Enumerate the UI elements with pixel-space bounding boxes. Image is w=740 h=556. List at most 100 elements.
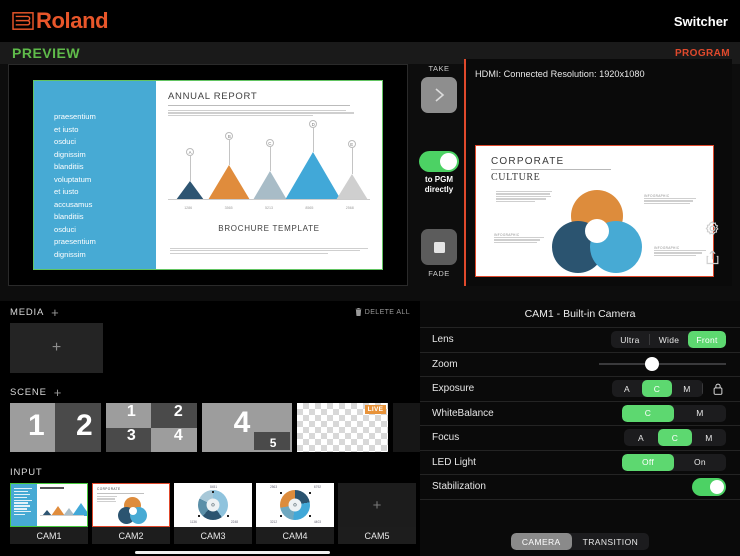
whitebalance-option-m[interactable]: M [674, 405, 726, 422]
input-thumb-cam3: ⚙ 8451 1136 2248 [174, 483, 252, 527]
monitors-area: praesentium et iusto osduci dignissim bl… [0, 59, 740, 301]
row-whitebalance: WhiteBalance C M [420, 400, 740, 426]
corp-body-text [496, 191, 552, 203]
slide-footer-lines [170, 247, 368, 255]
take-button[interactable] [421, 77, 457, 113]
input-label-cam3: CAM3 [174, 527, 252, 544]
scene-number: 2 [76, 409, 93, 442]
donut-value: 2248 [230, 520, 238, 524]
led-light-option-off[interactable]: Off [622, 453, 674, 471]
scene-title: SCENE [10, 386, 47, 398]
lens-option-wide[interactable]: Wide [650, 331, 688, 348]
to-pgm-label-line2: directly [424, 185, 454, 194]
exposure-segment: A C M [612, 380, 703, 398]
chart-bubble: B [225, 132, 234, 140]
input-horizontal-scrollbar[interactable] [135, 551, 330, 554]
top-bar: Roland Switcher [0, 0, 740, 42]
scene-tile-split-two[interactable]: 1 2 [10, 403, 101, 452]
zoom-slider-knob[interactable] [645, 357, 660, 372]
input-tile-cam2[interactable]: CORPORATE CAM2 [92, 483, 170, 544]
exposure-option-a[interactable]: A [612, 380, 642, 397]
slide-text-line: praesentium [54, 237, 96, 247]
scene-tile-pip[interactable]: 4 5 [201, 403, 293, 452]
donut-value: 3212 [270, 520, 278, 524]
input-thumb-cam1 [10, 483, 88, 527]
stabilization-toggle[interactable] [692, 477, 726, 496]
exposure-option-c[interactable]: C [642, 380, 672, 398]
delete-all-button[interactable]: DELETE ALL [355, 308, 410, 316]
led-light-segment: Off On [622, 453, 726, 471]
gear-icon[interactable] [704, 220, 721, 237]
scene-number: 2 [173, 403, 183, 420]
row-exposure: Exposure A C M [420, 376, 740, 401]
slide-right-panel: ANNUAL REPORT A B C D E 1286 3565 5213 8… [156, 81, 382, 269]
camera-control-panel: CAM1 - Built-in Camera Lens Ultra Wide F… [420, 301, 740, 556]
scene-number: 1 [126, 403, 136, 420]
scene-tile-transparent[interactable]: LIVE [297, 403, 389, 452]
scene-number: 5 [269, 436, 277, 450]
scene-number: 3 [126, 427, 136, 444]
lens-option-front[interactable]: Front [688, 331, 726, 349]
input-tile-cam4[interactable]: ⚙ 2563 6792 3212 4403 CAM4 [256, 483, 334, 544]
lens-option-ultra[interactable]: Ultra [611, 331, 649, 348]
scene-header: SCENE + [0, 381, 420, 403]
to-pgm-label-line1: to PGM [425, 175, 453, 184]
donut-value: 6792 [313, 485, 321, 489]
scene-tile-quad[interactable]: 1 2 3 4 [105, 403, 197, 452]
preview-slide: praesentium et iusto osduci dignissim bl… [33, 80, 383, 270]
exposure-lock-button[interactable] [709, 380, 726, 397]
input-thumb-cam5-add[interactable]: + [338, 483, 416, 527]
zoom-slider[interactable] [599, 357, 726, 372]
lens-label: Lens [432, 334, 454, 346]
media-add-button[interactable]: + [51, 306, 59, 319]
media-title: MEDIA [10, 306, 45, 318]
fade-label: FADE [428, 269, 450, 278]
slide-text-line: et iusto [54, 124, 79, 134]
led-light-option-on[interactable]: On [674, 454, 726, 471]
donut-value: 2563 [270, 485, 278, 489]
scene-number: 4 [233, 406, 251, 439]
focus-option-c[interactable]: C [658, 429, 692, 447]
input-header: INPUT [0, 461, 420, 483]
chart-tick-value: 3565 [224, 206, 233, 210]
scene-add-button[interactable]: + [54, 386, 62, 399]
chart-bubble: C [265, 139, 274, 147]
live-badge: LIVE [364, 405, 387, 414]
program-monitor[interactable]: HDMI: Connected Resolution: 1920x1080 CO… [464, 59, 732, 286]
slide-text-line: et iusto [54, 187, 79, 197]
slide-title: ANNUAL REPORT [168, 91, 350, 106]
chart-tick-value: 2568 [345, 206, 354, 210]
focus-option-m[interactable]: M [692, 429, 726, 446]
corp-subtitle: CULTURE [491, 172, 541, 183]
input-tile-cam1[interactable]: CAM1 [10, 483, 88, 544]
input-tile-cam5[interactable]: + CAM5 [338, 483, 416, 544]
slide-left-panel: praesentium et iusto osduci dignissim bl… [34, 81, 156, 269]
media-header: MEDIA + DELETE ALL [0, 301, 420, 323]
share-icon[interactable] [704, 249, 721, 266]
input-tile-cam3[interactable]: ⚙ 8451 1136 2248 CAM3 [174, 483, 252, 544]
slide-text-line: osduci [54, 137, 76, 147]
row-led-light: LED Light Off On [420, 449, 740, 475]
input-label-cam4: CAM4 [256, 527, 334, 544]
row-zoom: Zoom [420, 351, 740, 377]
input-label-cam2: CAM2 [92, 527, 170, 544]
hdmi-status-text: HDMI: Connected Resolution: 1920x1080 [475, 69, 645, 79]
focus-label: Focus [432, 432, 460, 444]
delete-all-label: DELETE ALL [364, 308, 410, 316]
scene-tiles: 1 2 1 2 3 4 4 5 LIVE [0, 403, 421, 452]
media-add-tile[interactable]: + [10, 323, 103, 373]
whitebalance-option-c[interactable]: C [622, 404, 674, 422]
tab-camera[interactable]: CAMERA [510, 533, 572, 550]
fade-button[interactable] [421, 229, 457, 265]
mode-tab-bar: CAMERA TRANSITION [420, 533, 740, 550]
tab-transition[interactable]: TRANSITION [572, 533, 649, 550]
exposure-option-m[interactable]: M [672, 380, 702, 397]
focus-option-a[interactable]: A [624, 429, 658, 446]
trash-icon [355, 308, 362, 316]
program-side-icons [704, 220, 724, 278]
to-pgm-directly-toggle[interactable] [419, 151, 459, 172]
preview-monitor[interactable]: praesentium et iusto osduci dignissim bl… [8, 64, 408, 286]
whitebalance-label: WhiteBalance [432, 407, 494, 419]
scene-tile-partial[interactable] [393, 403, 421, 452]
brand-logo: Roland [12, 10, 109, 32]
